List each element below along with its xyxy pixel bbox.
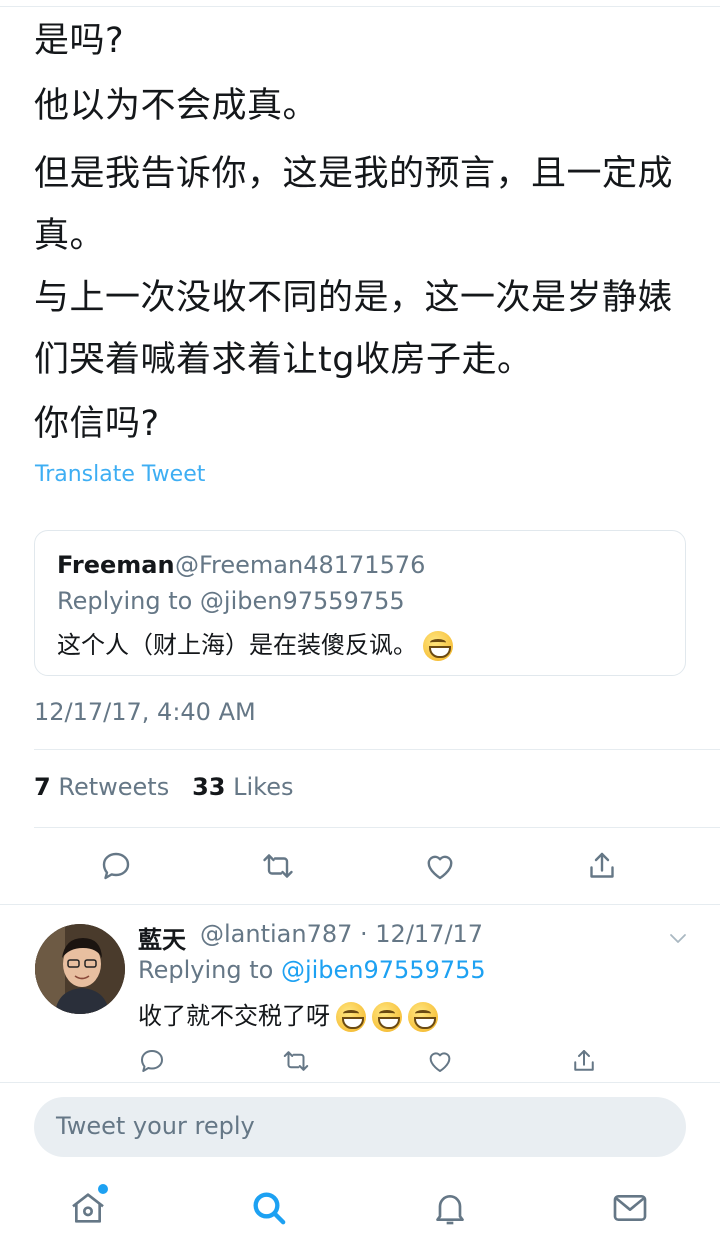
quoted-replying-to: Replying to @jiben97559755 (57, 587, 405, 615)
replying-prefix: Replying to (138, 956, 281, 984)
reply-reply-button[interactable] (137, 1046, 169, 1078)
home-icon (72, 1193, 104, 1223)
reply-icon (102, 852, 130, 880)
reply-button[interactable] (96, 846, 136, 886)
tweet-line-3: 但是我告诉你，这是我的预言，且一定成真。 (34, 154, 674, 256)
reply-icon (141, 1050, 163, 1072)
bottom-tab-bar (0, 1170, 720, 1254)
reply-author-avatar[interactable] (35, 924, 125, 1014)
divider (0, 1082, 720, 1083)
reply-text: 收了就不交税了呀 (138, 996, 438, 1032)
reply-replying-to: Replying to @jiben97559755 (138, 956, 486, 984)
grinning-emoji-icon (408, 1002, 438, 1032)
tweet-line-4: 与上一次没收不同的是，这一次是岁静婊们哭着喊着求着让tg收房子走。 (34, 278, 674, 380)
grinning-emoji-icon (372, 1002, 402, 1032)
heart-icon (429, 1052, 451, 1072)
heart-icon (427, 855, 453, 880)
tweet-line-5: 你信吗? (34, 404, 160, 444)
like-button[interactable] (420, 846, 460, 886)
replying-handle-link[interactable]: @jiben97559755 (281, 956, 486, 984)
tab-messages[interactable] (610, 1188, 654, 1232)
divider (34, 749, 720, 750)
share-icon (590, 852, 614, 878)
divider (0, 904, 720, 905)
quoted-tweet-card[interactable]: Freeman @Freeman48171576 Replying to @ji… (34, 530, 686, 676)
search-icon (253, 1192, 286, 1225)
translate-tweet-link[interactable]: Translate Tweet (35, 462, 205, 487)
likes-count[interactable]: 33 (192, 773, 225, 801)
reply-actions (0, 1046, 720, 1080)
grinning-emoji-icon (336, 1002, 366, 1032)
reply-like-button[interactable] (425, 1046, 457, 1078)
home-notification-dot (98, 1184, 108, 1194)
tab-notifications[interactable] (430, 1188, 474, 1232)
reply-text-content: 收了就不交税了呀 (138, 1002, 330, 1030)
retweet-icon (283, 1051, 309, 1071)
chevron-down-icon[interactable] (666, 926, 690, 950)
share-button[interactable] (582, 846, 622, 886)
quoted-author-name: Freeman (57, 551, 175, 579)
divider (34, 827, 720, 828)
reply-retweet-button[interactable] (281, 1046, 313, 1078)
likes-label[interactable]: Likes (233, 773, 293, 801)
tab-search[interactable] (249, 1188, 293, 1232)
compose-placeholder: Tweet your reply (56, 1112, 255, 1140)
tweet-line-2: 他以为不会成真。 (34, 86, 319, 126)
person-avatar-icon (35, 924, 125, 1014)
bell-icon (436, 1195, 464, 1225)
reply-author-name[interactable]: 藍天 (138, 920, 186, 955)
grinning-emoji-icon (423, 631, 453, 661)
retweet-icon (263, 854, 293, 878)
reply-compose-input[interactable]: Tweet your reply (34, 1097, 686, 1157)
tweet-line-1: 是吗? (34, 21, 125, 61)
tweet-actions (0, 846, 720, 886)
quoted-author-handle: @Freeman48171576 (175, 551, 426, 579)
retweet-button[interactable] (258, 846, 298, 886)
mail-icon (613, 1195, 647, 1221)
reply-share-button[interactable] (569, 1046, 601, 1078)
reply-author-meta: @lantian787 · 12/17/17 (200, 920, 484, 948)
quoted-text-content: 这个人（财上海）是在装傻反讽。 (57, 631, 417, 659)
tweet-stats: 7 Retweets 33 Likes (34, 773, 294, 801)
tab-home[interactable] (68, 1188, 112, 1232)
quoted-tweet-text: 这个人（财上海）是在装傻反讽。 (57, 625, 453, 661)
top-divider (0, 6, 720, 7)
tweet-timestamp: 12/17/17, 4:40 AM (34, 698, 256, 726)
retweets-count[interactable]: 7 (34, 773, 51, 801)
retweets-label[interactable]: Retweets (58, 773, 169, 801)
share-icon (574, 1050, 594, 1071)
